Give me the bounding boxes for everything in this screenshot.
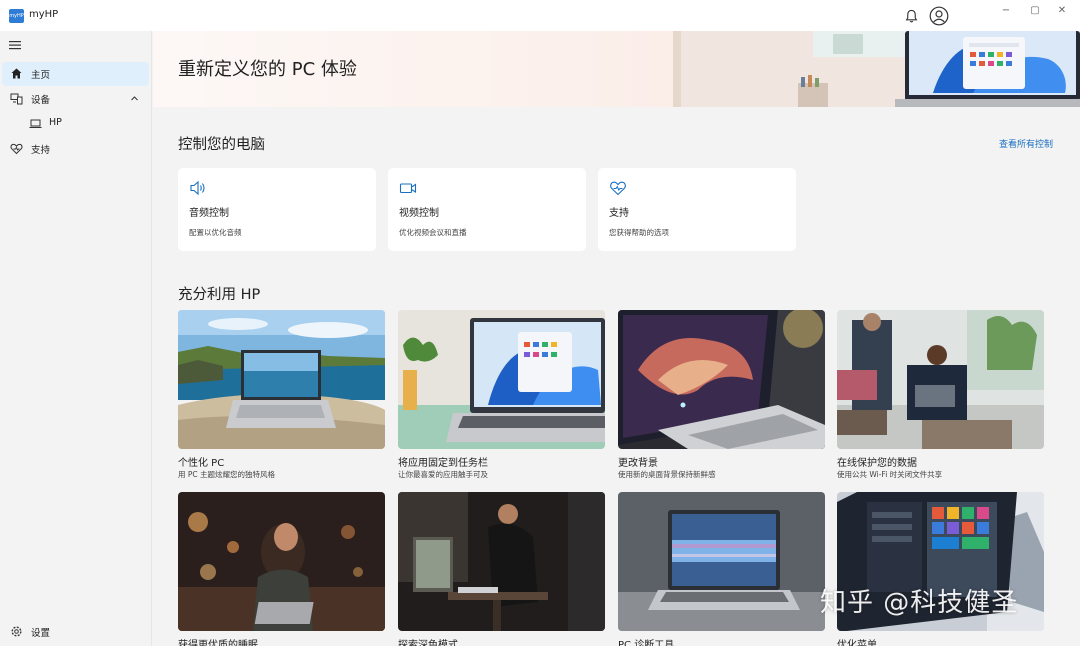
close-button[interactable]: ✕ <box>1055 4 1069 18</box>
tile-image <box>618 492 825 631</box>
video-camera-icon <box>399 183 417 194</box>
sidebar-item-label: 设置 <box>31 628 51 639</box>
card-title: 音频控制 <box>189 208 229 219</box>
card-title: 视频控制 <box>399 208 439 219</box>
sidebar-item-devices[interactable]: 设备 <box>2 87 149 111</box>
tile-image <box>398 310 605 449</box>
support-heart-icon <box>610 181 626 196</box>
card-description: 优化视频会议和直播 <box>399 228 467 237</box>
user-account-icon[interactable] <box>929 6 949 26</box>
tile-image <box>837 310 1044 449</box>
gear-icon <box>11 626 22 637</box>
bell-icon[interactable] <box>904 8 919 24</box>
app-logo: myHP <box>9 9 24 23</box>
tile-description: 使用公共 Wi-Fi 时关闭文件共享 <box>837 470 943 479</box>
video-control-card[interactable]: 视频控制 优化视频会议和直播 <box>388 168 586 251</box>
tile-title: 在线保护您的数据 <box>837 458 917 469</box>
tile-title: 探索深色模式 <box>398 640 458 646</box>
sidebar-item-home[interactable]: 主页 <box>2 62 149 86</box>
sidebar-item-label: HP <box>49 117 62 128</box>
laptop-icon <box>29 119 42 128</box>
section-title-control: 控制您的电脑 <box>178 137 265 153</box>
card-description: 配置以优化音频 <box>189 228 242 237</box>
hero-desk-image <box>673 31 1080 107</box>
tile-title: 更改背景 <box>618 458 658 469</box>
sidebar-item-label: 支持 <box>31 145 51 156</box>
view-all-controls-link[interactable]: 查看所有控制 <box>999 137 1053 150</box>
sidebar-item-settings[interactable]: 设置 <box>2 620 149 644</box>
tile-image <box>178 492 385 631</box>
minimize-button[interactable]: − <box>999 4 1013 18</box>
home-icon <box>11 68 22 79</box>
title-bar: myHP myHP − ▢ ✕ <box>0 0 1080 31</box>
card-description: 您获得帮助的选项 <box>609 228 669 237</box>
sidebar-item-label: 设备 <box>31 95 51 106</box>
chevron-up-icon[interactable] <box>130 94 139 103</box>
speaker-icon <box>190 180 205 196</box>
tile-title: PC 诊断工具 <box>618 640 675 646</box>
sidebar-item-support[interactable]: 支持 <box>2 137 149 161</box>
tile-title: 将应用固定到任务栏 <box>398 458 488 469</box>
sidebar: 主页 设备 HP 支持 设置 <box>0 31 152 646</box>
tile-description: 使用新的桌面背景保持新鲜感 <box>618 470 716 479</box>
tile-description: 用 PC 主题炫耀您的独特风格 <box>178 470 276 479</box>
watermark: 知乎 @科技健圣 <box>820 588 1019 618</box>
hamburger-menu-icon[interactable] <box>9 39 21 51</box>
tile-description: 让你最喜爱的应用触手可及 <box>398 470 488 479</box>
tile-title: 获得更优质的睡眠 <box>178 640 258 646</box>
app-title: myHP <box>29 9 59 20</box>
audio-control-card[interactable]: 音频控制 配置以优化音频 <box>178 168 376 251</box>
tile-image <box>618 310 825 449</box>
support-heart-icon <box>10 143 23 155</box>
hero-banner: 重新定义您的 PC 体验 <box>153 31 1080 107</box>
page-title: 重新定义您的 PC 体验 <box>178 59 357 80</box>
sidebar-item-hp-device[interactable]: HP <box>24 112 149 136</box>
tile-title: 个性化 PC <box>178 458 225 469</box>
tile-title: 优化菜单 <box>837 640 877 646</box>
card-title: 支持 <box>609 208 629 219</box>
tile-image <box>398 492 605 631</box>
support-card[interactable]: 支持 您获得帮助的选项 <box>598 168 796 251</box>
maximize-button[interactable]: ▢ <box>1028 4 1042 18</box>
devices-icon <box>10 93 23 105</box>
main-content: 重新定义您的 PC 体验 控制您的电脑 查看所有控制 音频控制 配置以优化音频 … <box>153 31 1080 646</box>
tile-image <box>178 310 385 449</box>
sidebar-item-label: 主页 <box>31 70 51 81</box>
section-title-make-most: 充分利用 HP <box>178 287 261 303</box>
